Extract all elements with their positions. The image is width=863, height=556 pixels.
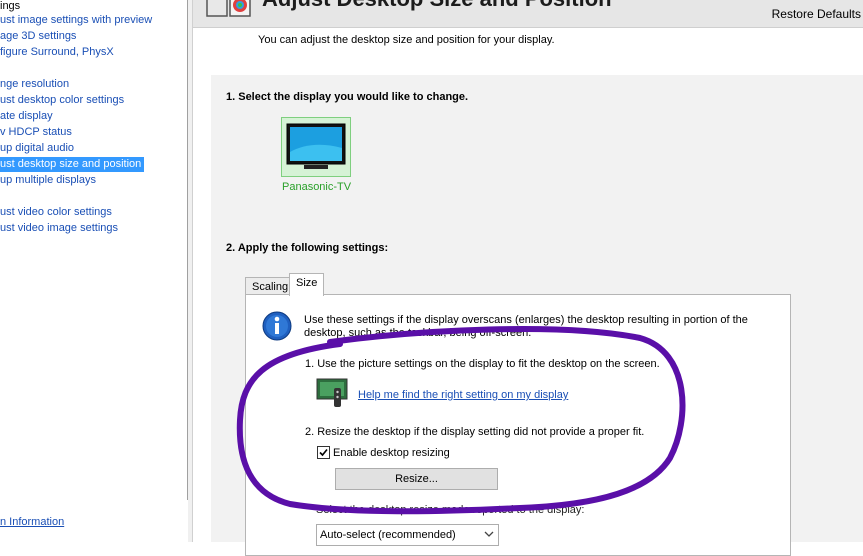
display-name-label: Panasonic-TV — [282, 181, 352, 193]
system-information-link[interactable]: n Information — [0, 516, 64, 528]
nav-group-settings[interactable]: ings — [0, 0, 23, 14]
picture-settings-instruction: 1. Use the picture settings on the displ… — [305, 358, 660, 370]
nav-item-rotate-display[interactable]: ate display — [0, 109, 56, 124]
enable-desktop-resizing-checkbox[interactable] — [317, 446, 330, 459]
nav-item-view-hdcp-status[interactable]: v HDCP status — [0, 125, 75, 140]
resize-desktop-instruction: 2. Resize the desktop if the display set… — [305, 426, 645, 438]
apply-settings-heading: 2. Apply the following settings: — [226, 242, 389, 254]
overscan-info-text: Use these settings if the display oversc… — [304, 314, 748, 339]
tab-size[interactable]: Size — [289, 273, 325, 296]
nav-item-video-image-settings[interactable]: ust video image settings — [0, 221, 121, 236]
checkmark-icon — [319, 448, 328, 457]
tv-remote-icon — [316, 378, 348, 407]
page-title: Adjust Desktop Size and Position — [262, 0, 612, 12]
nav-item-image-settings-with-preview[interactable]: ust image settings with preview — [0, 13, 155, 28]
restore-defaults-link[interactable]: Restore Defaults — [772, 7, 861, 21]
nav-item-video-color-settings[interactable]: ust video color settings — [0, 205, 115, 220]
help-find-setting-link[interactable]: Help me find the right setting on my dis… — [358, 389, 568, 401]
nav-item-manage-3d-settings[interactable]: age 3D settings — [0, 29, 79, 44]
display-tile-panasonic-tv[interactable] — [281, 117, 351, 177]
resize-mode-label: Select the desktop resize mode reported … — [316, 504, 585, 516]
enable-desktop-resizing-label: Enable desktop resizing — [333, 447, 450, 459]
display-settings-icon — [206, 0, 251, 17]
pane-splitter[interactable] — [188, 0, 193, 542]
tv-icon — [286, 123, 346, 169]
nav-item-set-up-multiple-displays[interactable]: up multiple displays — [0, 173, 99, 188]
page-subtitle: You can adjust the desktop size and posi… — [258, 34, 555, 46]
info-icon — [262, 311, 292, 341]
nav-item-configure-surround-physx[interactable]: figure Surround, PhysX — [0, 45, 117, 60]
nav-tree: ings ust image settings with preview age… — [0, 0, 188, 501]
resize-button[interactable]: Resize... — [335, 468, 498, 490]
chevron-down-icon — [484, 531, 494, 537]
nav-item-desktop-size-and-position[interactable]: ust desktop size and position — [0, 157, 145, 172]
resize-mode-value: Auto-select (recommended) — [320, 529, 456, 541]
select-display-heading: 1. Select the display you would like to … — [226, 91, 469, 103]
nav-item-change-resolution[interactable]: nge resolution — [0, 77, 72, 92]
nav-item-set-up-digital-audio[interactable]: up digital audio — [0, 141, 77, 156]
nav-item-desktop-color-settings[interactable]: ust desktop color settings — [0, 93, 127, 108]
